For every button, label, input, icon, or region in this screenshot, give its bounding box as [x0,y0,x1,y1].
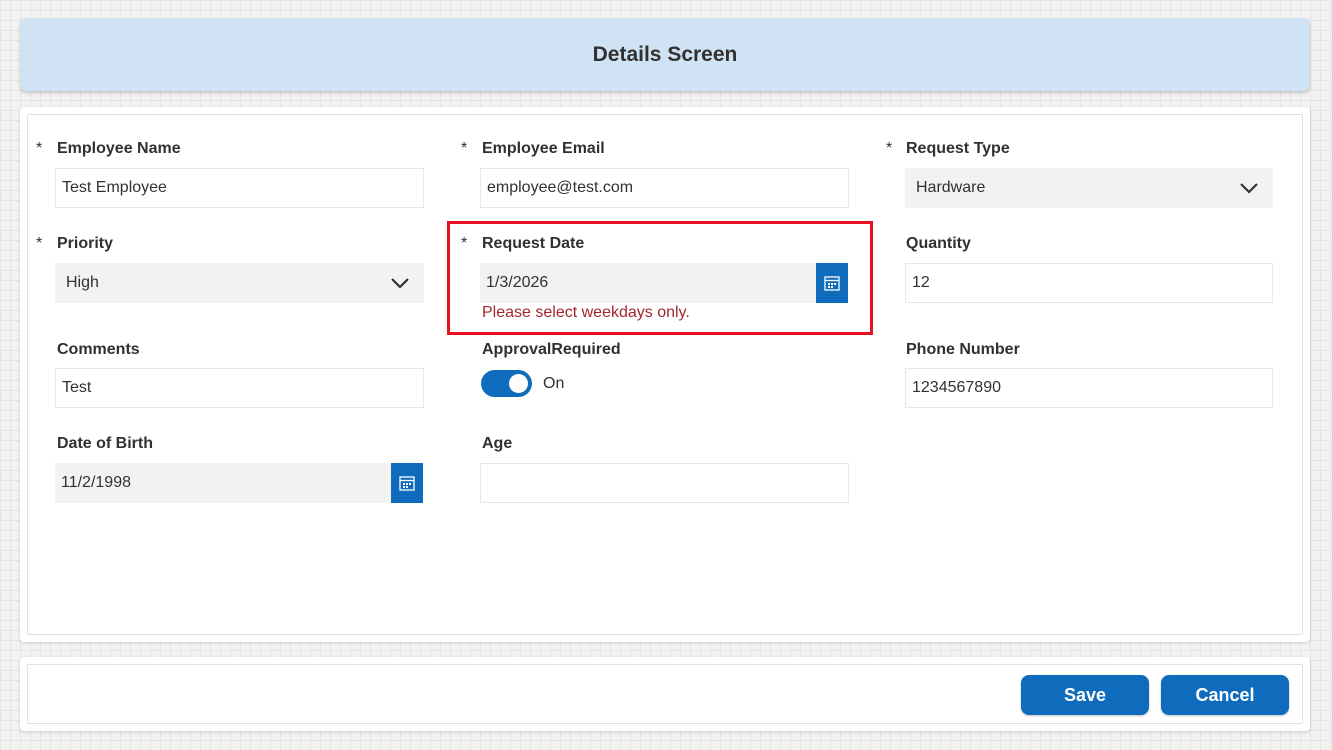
approval-required-toggle[interactable] [481,370,532,397]
required-marker: * [461,140,468,157]
employee-email-label: Employee Email [482,140,605,157]
employee-email-input[interactable]: employee@test.com [480,168,849,208]
date-of-birth-value: 11/2/1998 [61,474,131,491]
chevron-down-icon [1240,183,1258,194]
approval-required-label: ApprovalRequired [482,341,621,358]
request-type-dropdown[interactable]: Hardware [905,168,1273,208]
quantity-value: 12 [912,274,930,291]
employee-name-value: Test Employee [62,179,167,196]
age-input[interactable] [480,463,849,503]
date-of-birth-calendar-button[interactable] [391,463,423,503]
quantity-input[interactable]: 12 [905,263,1273,303]
request-type-value: Hardware [916,179,986,196]
required-marker: * [886,140,893,157]
phone-number-label: Phone Number [906,341,1020,358]
required-marker: * [36,140,43,157]
calendar-icon [399,476,415,491]
phone-number-value: 1234567890 [912,379,1001,396]
phone-number-input[interactable]: 1234567890 [905,368,1273,408]
screen-header: Details Screen [20,18,1310,91]
save-button[interactable]: Save [1021,675,1149,715]
date-of-birth-label: Date of Birth [57,435,153,452]
employee-email-value: employee@test.com [487,179,634,196]
employee-name-label: Employee Name [57,140,181,157]
priority-value: High [66,274,99,291]
toggle-knob [509,374,528,393]
comments-label: Comments [57,341,140,358]
cancel-button[interactable]: Cancel [1161,675,1289,715]
request-type-label: Request Type [906,140,1010,157]
employee-name-input[interactable]: Test Employee [55,168,424,208]
comments-input[interactable]: Test [55,368,424,408]
priority-label: Priority [57,235,114,252]
date-of-birth-picker[interactable]: 11/2/1998 [55,463,423,503]
required-marker: * [36,235,43,252]
error-highlight-box [447,221,873,335]
priority-dropdown[interactable]: High [55,263,424,303]
page-title: Details Screen [592,42,738,66]
comments-value: Test [62,379,92,396]
chevron-down-icon [391,278,409,289]
approval-required-state: On [543,375,565,392]
age-label: Age [482,435,513,452]
quantity-label: Quantity [906,235,971,252]
